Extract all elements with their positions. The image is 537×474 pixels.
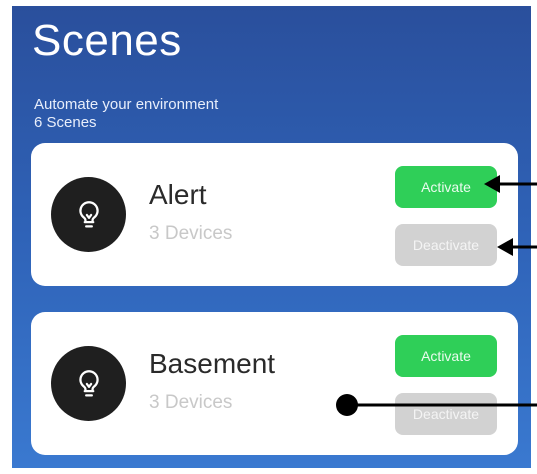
scene-count: 6 Scenes xyxy=(34,114,97,131)
scene-device-count: 3 Devices xyxy=(149,392,233,413)
scene-card-alert[interactable]: Alert 3 Devices Activate Deactivate xyxy=(31,143,518,286)
scene-device-count: 3 Devices xyxy=(149,223,233,244)
activate-button[interactable]: Activate xyxy=(395,335,497,377)
scene-name: Basement xyxy=(149,348,276,379)
page-subtitle: Automate your environment 6 Scenes xyxy=(34,96,218,132)
scenes-screen: Scenes Automate your environment 6 Scene… xyxy=(12,6,531,468)
deactivate-button[interactable]: Deactivate xyxy=(395,224,497,266)
lightbulb-icon xyxy=(51,346,126,421)
page-title: Scenes xyxy=(32,16,182,65)
scene-card-basement[interactable]: Basement 3 Devices Activate Deactivate xyxy=(31,312,518,455)
activate-button[interactable]: Activate xyxy=(395,166,497,208)
subtitle-text: Automate your environment xyxy=(34,96,219,113)
deactivate-button[interactable]: Deactivate xyxy=(395,393,497,435)
scene-name: Alert xyxy=(149,179,207,210)
lightbulb-icon xyxy=(51,177,126,252)
